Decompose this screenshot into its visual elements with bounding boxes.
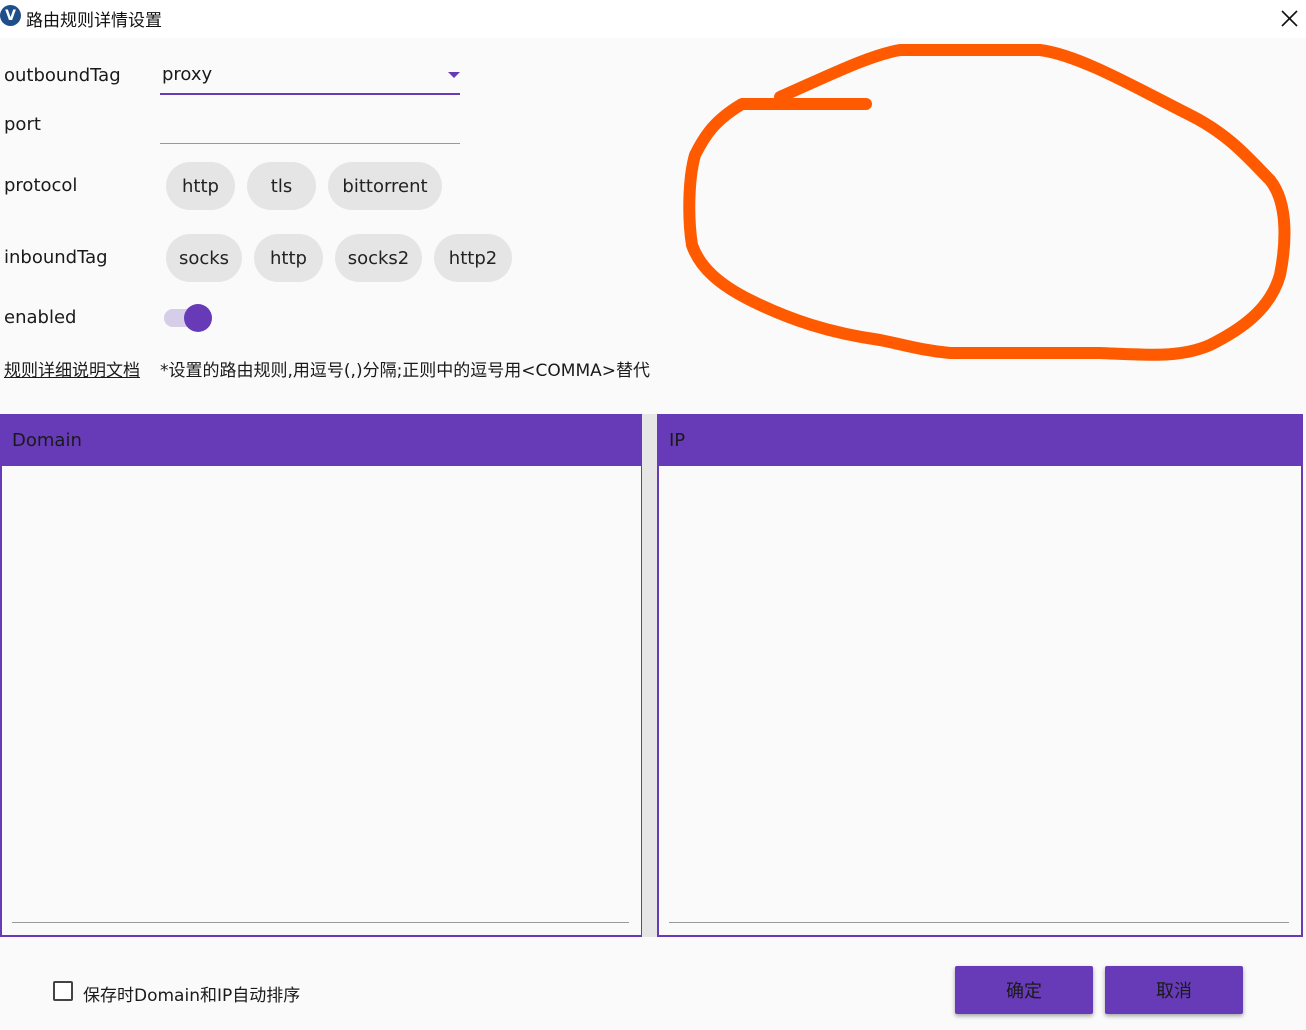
protocol-chip-bittorrent[interactable]: bittorrent (328, 162, 442, 210)
cancel-button[interactable]: 取消 (1105, 966, 1243, 1014)
title-bar: V 路由规则详情设置 (0, 0, 1306, 38)
ok-button[interactable]: 确定 (955, 966, 1093, 1014)
protocol-chip-tls[interactable]: tls (247, 162, 316, 210)
domain-panel: Domain (0, 414, 643, 937)
inbound-chip-socks[interactable]: socks (166, 234, 242, 282)
rules-hint-text: *设置的路由规则,用逗号(,)分隔;正则中的逗号用<COMMA>替代 (160, 361, 651, 381)
annotation-circle (683, 44, 1291, 361)
toggle-thumb[interactable] (184, 304, 212, 332)
close-icon (1281, 10, 1298, 27)
panel-splitter[interactable] (642, 414, 657, 937)
domain-panel-header: Domain (2, 416, 641, 466)
chevron-down-icon (448, 72, 460, 78)
domain-textarea[interactable] (12, 468, 629, 923)
inbound-chip-http[interactable]: http (254, 234, 323, 282)
app-logo-icon: V (0, 5, 21, 26)
ip-panel-header: IP (659, 416, 1301, 466)
protocol-chip-http[interactable]: http (166, 162, 235, 210)
auto-sort-checkbox[interactable] (53, 981, 73, 1001)
inbound-chip-http2[interactable]: http2 (434, 234, 512, 282)
ip-panel: IP (657, 414, 1303, 937)
protocol-label: protocol (4, 175, 78, 196)
port-input[interactable] (160, 108, 460, 144)
outbound-tag-label: outboundTag (4, 65, 121, 86)
ip-textarea[interactable] (669, 468, 1289, 923)
inbound-chip-socks2[interactable]: socks2 (335, 234, 422, 282)
rules-doc-link[interactable]: 规则详细说明文档 (4, 356, 140, 381)
enabled-label: enabled (4, 307, 77, 328)
port-label: port (4, 114, 41, 135)
outbound-tag-value: proxy (162, 64, 213, 85)
close-button[interactable] (1274, 4, 1304, 32)
window-title: 路由规则详情设置 (26, 11, 162, 31)
auto-sort-label[interactable]: 保存时Domain和IP自动排序 (83, 981, 300, 1006)
outbound-tag-combobox[interactable]: proxy (160, 58, 460, 95)
inbound-tag-label: inboundTag (4, 247, 108, 268)
